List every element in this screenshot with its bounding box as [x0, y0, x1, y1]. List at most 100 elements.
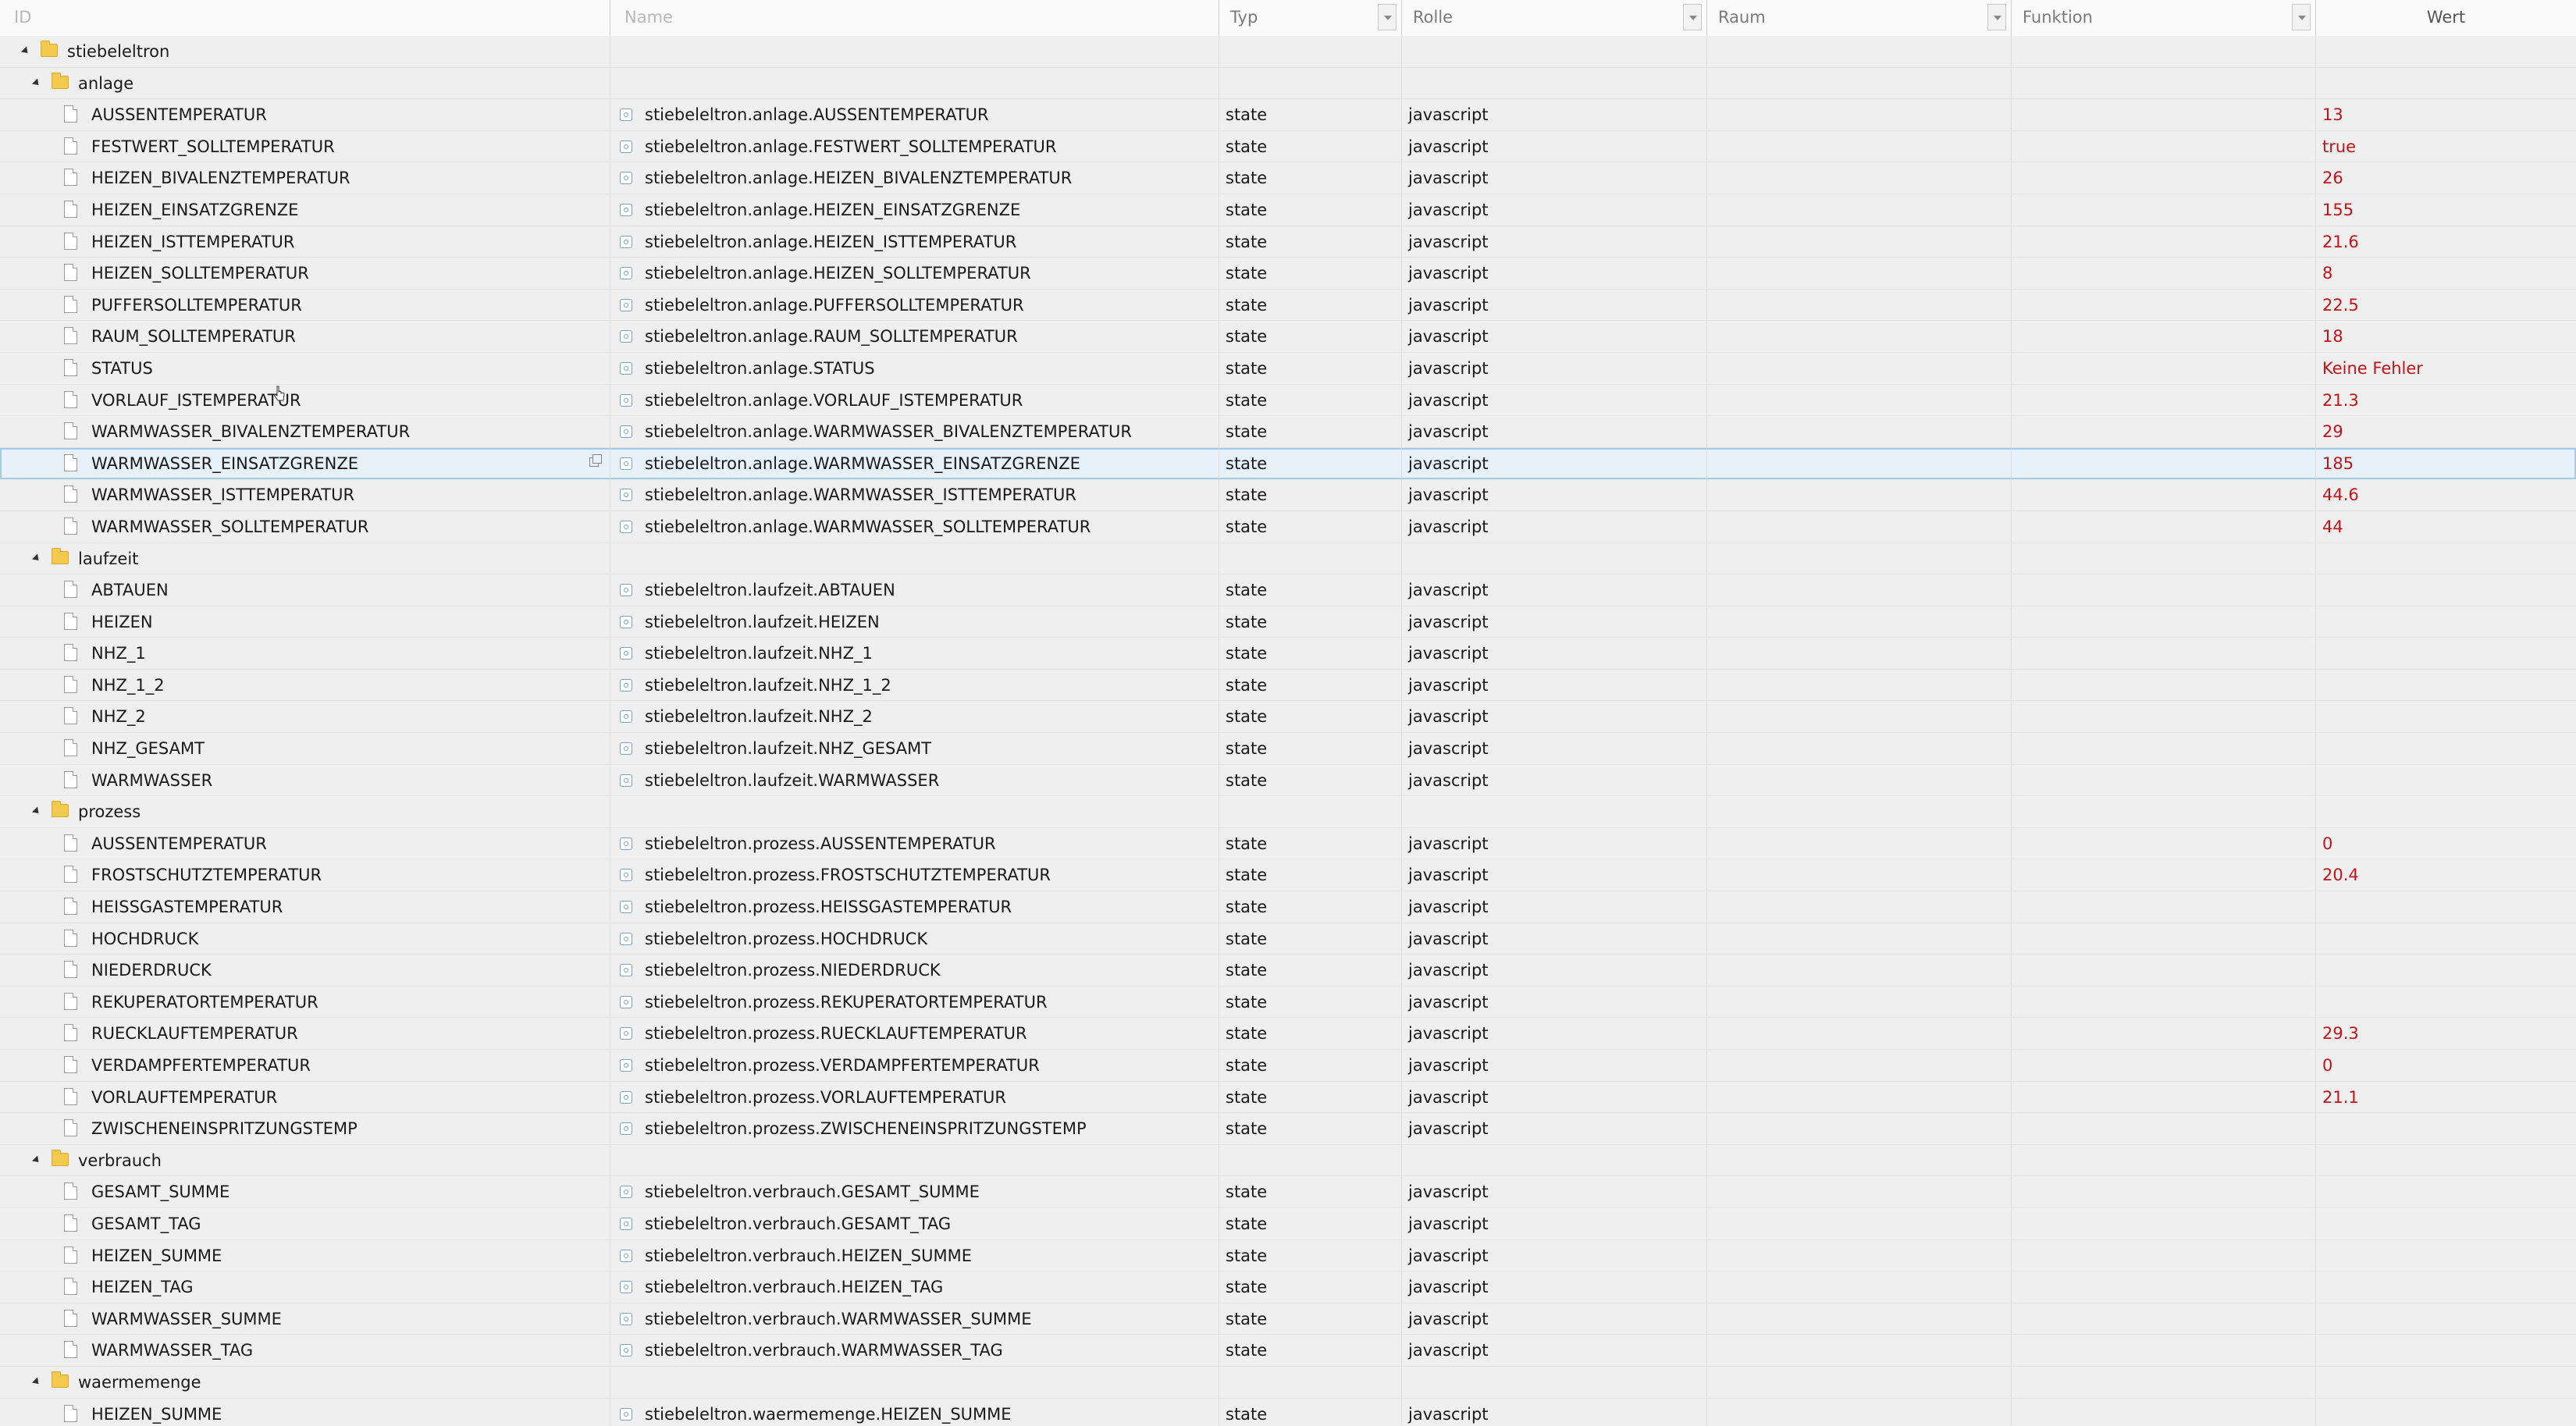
table-row[interactable]: NHZ_1_2 stiebeleltron.laufzeit.NHZ_1_2 sta…	[0, 669, 2576, 702]
copy-icon[interactable]	[589, 453, 602, 467]
column-header-raum[interactable]: Raum	[1707, 0, 2012, 36]
table-row[interactable]: AUSSENTEMPERATUR stiebeleltron.prozess.AU…	[0, 827, 2576, 860]
table-row[interactable]: WARMWASSER_ISTTEMPERATUR stiebeleltron.an…	[0, 479, 2576, 511]
table-row[interactable]: WARMWASSER_EINSATZGRENZE stiebeleltron.an…	[0, 447, 2576, 480]
wert-cell	[2316, 1145, 2576, 1176]
state-full-name: stiebeleltron.verbrauch.WARMWASSER_TAG	[645, 1341, 1003, 1360]
name-cell: stiebeleltron.anlage.HEIZEN_ISTTEMPERATU…	[610, 226, 1219, 258]
folder-icon	[52, 1371, 69, 1388]
wert-cell-text	[2316, 613, 2322, 631]
folder-row[interactable]: waermemenge	[0, 1366, 2576, 1399]
wert-cell-text	[2316, 739, 2322, 758]
table-row[interactable]: HEIZEN_SUMME stiebeleltron.waermemenge.HE…	[0, 1398, 2576, 1426]
file-icon	[64, 137, 77, 155]
rolle-filter-dropdown[interactable]	[1683, 4, 1702, 30]
folder-row[interactable]: laufzeit	[0, 542, 2576, 575]
rolle-cell	[1402, 67, 1707, 99]
funktion-cell	[2012, 638, 2316, 669]
funktion-filter-dropdown[interactable]	[2292, 4, 2311, 30]
table-row[interactable]: HEIZEN_BIVALENZTEMPERATUR stiebeleltron.a…	[0, 162, 2576, 194]
state-id-label: ZWISCHENEINSPRITZUNGSTEMP	[91, 1119, 358, 1139]
wert-cell-text: 29	[2322, 422, 2343, 442]
table-row[interactable]: WARMWASSER_SOLLTEMPERATUR stiebeleltron.a…	[0, 510, 2576, 543]
name-cell: stiebeleltron.anlage.HEIZEN_SOLLTEMPERAT…	[610, 258, 1219, 289]
state-object-icon	[620, 235, 632, 248]
table-row[interactable]: HEIZEN_SOLLTEMPERATUR stiebeleltron.anlag…	[0, 258, 2576, 290]
folder-row[interactable]: prozess	[0, 796, 2576, 828]
funktion-cell	[2012, 574, 2316, 606]
table-row[interactable]: NIEDERDRUCK stiebeleltron.prozess.NIEDERD…	[0, 955, 2576, 987]
table-row[interactable]: FESTWERT_SOLLTEMPERATUR stiebeleltron.anl…	[0, 130, 2576, 163]
wert-cell-text	[2316, 1119, 2322, 1138]
table-row[interactable]: NHZ_1 stiebeleltron.laufzeit.NHZ_1 state ja…	[0, 638, 2576, 670]
raum-filter-dropdown[interactable]	[1987, 4, 2006, 30]
table-row[interactable]: FROSTSCHUTZTEMPERATUR stiebeleltron.proze…	[0, 859, 2576, 892]
table-row[interactable]: AUSSENTEMPERATUR stiebeleltron.anlage.AUS…	[0, 99, 2576, 131]
funktion-cell	[2012, 67, 2316, 99]
table-row[interactable]: RAUM_SOLLTEMPERATUR stiebeleltron.anlage.…	[0, 321, 2576, 353]
expand-arrow-icon[interactable]	[31, 1155, 42, 1165]
table-row[interactable]: RUECKLAUFTEMPERATUR stiebeleltron.prozess…	[0, 1018, 2576, 1050]
expand-arrow-icon[interactable]	[20, 46, 31, 56]
table-row[interactable]: HEIZEN_ISTTEMPERATUR stiebeleltron.anlage…	[0, 226, 2576, 258]
table-row[interactable]: VORLAUFTEMPERATUR stiebeleltron.prozess.V…	[0, 1081, 2576, 1114]
state-full-name: stiebeleltron.anlage.STATUS	[645, 358, 875, 378]
column-header-wert[interactable]: Wert	[2316, 0, 2576, 36]
file-icon	[64, 1309, 77, 1327]
table-row[interactable]: PUFFERSOLLTEMPERATUR stiebeleltron.anlage…	[0, 289, 2576, 322]
table-row[interactable]: GESAMT_TAG stiebeleltron.verbrauch.GESAMT…	[0, 1207, 2576, 1240]
column-header-id[interactable]: ID	[0, 0, 610, 36]
column-rolle-label: Rolle	[1413, 8, 1453, 27]
table-row[interactable]: HEISSGASTEMPERATUR stiebeleltron.prozess.…	[0, 891, 2576, 923]
rolle-cell: javascript	[1402, 289, 1707, 321]
wert-cell: true	[2316, 131, 2576, 162]
folder-row[interactable]: anlage	[0, 67, 2576, 100]
state-object-icon	[620, 393, 632, 407]
table-row[interactable]: HEIZEN_EINSATZGRENZE stiebeleltron.anlage…	[0, 194, 2576, 226]
rolle-cell: javascript	[1402, 479, 1707, 510]
column-header-typ[interactable]: Typ	[1219, 0, 1402, 36]
funktion-cell	[2012, 99, 2316, 130]
typ-cell-text: state	[1226, 1341, 1268, 1360]
table-row[interactable]: HEIZEN stiebeleltron.laufzeit.HEIZEN state…	[0, 606, 2576, 638]
wert-cell-text: 21.1	[2322, 1087, 2359, 1107]
table-row[interactable]: WARMWASSER_BIVALENZTEMPERATUR stiebeleltr…	[0, 416, 2576, 448]
wert-cell: 26	[2316, 162, 2576, 194]
expand-arrow-icon[interactable]	[31, 553, 42, 564]
table-row[interactable]: WARMWASSER_TAG stiebeleltron.verbrauch.WA…	[0, 1335, 2576, 1367]
table-row[interactable]: ZWISCHENEINSPRITZUNGSTEMP stiebeleltron.p…	[0, 1113, 2576, 1145]
table-row[interactable]: REKUPERATORTEMPERATUR stiebeleltron.proze…	[0, 986, 2576, 1019]
column-header-funktion[interactable]: Funktion	[2012, 0, 2316, 36]
expand-arrow-icon[interactable]	[31, 1377, 42, 1387]
table-row[interactable]: WARMWASSER_SUMME stiebeleltron.verbrauch.…	[0, 1303, 2576, 1335]
rolle-cell: javascript	[1402, 1018, 1707, 1049]
typ-filter-dropdown[interactable]	[1378, 4, 1397, 30]
table-row[interactable]: STATUS stiebeleltron.anlage.STATUS state ja…	[0, 352, 2576, 385]
expand-arrow-icon[interactable]	[31, 806, 42, 816]
table-row[interactable]: ABTAUEN stiebeleltron.laufzeit.ABTAUEN sta…	[0, 574, 2576, 606]
table-row[interactable]: WARMWASSER stiebeleltron.laufzeit.WARMWAS…	[0, 764, 2576, 797]
folder-row[interactable]: stiebeleltron	[0, 36, 2576, 68]
column-header-rolle[interactable]: Rolle	[1402, 0, 1707, 36]
raum-cell	[1707, 1018, 2012, 1049]
state-id-label: GESAMT_SUMME	[91, 1182, 230, 1202]
state-full-name: stiebeleltron.anlage.PUFFERSOLLTEMPERATU…	[645, 295, 1024, 315]
table-row[interactable]: NHZ_GESAMT stiebeleltron.laufzeit.NHZ_GES…	[0, 733, 2576, 765]
table-row[interactable]: VERDAMPFERTEMPERATUR stiebeleltron.prozes…	[0, 1050, 2576, 1082]
name-cell: stiebeleltron.verbrauch.HEIZEN_TAG	[610, 1271, 1219, 1303]
id-cell: GESAMT_TAG	[0, 1207, 610, 1239]
table-row[interactable]: VORLAUF_ISTEMPERATUR stiebeleltron.anlage…	[0, 384, 2576, 417]
id-cell: VORLAUF_ISTEMPERATUR	[0, 384, 610, 416]
state-object-icon	[620, 457, 632, 470]
expand-arrow-icon[interactable]	[31, 78, 42, 88]
typ-cell: state	[1219, 1271, 1402, 1303]
table-row[interactable]: GESAMT_SUMME stiebeleltron.verbrauch.GESA…	[0, 1176, 2576, 1208]
table-row[interactable]: HEIZEN_TAG stiebeleltron.verbrauch.HEIZEN…	[0, 1271, 2576, 1303]
table-row[interactable]: HOCHDRUCK stiebeleltron.prozess.HOCHDRUCK…	[0, 923, 2576, 955]
table-row[interactable]: HEIZEN_SUMME stiebeleltron.verbrauch.HEIZ…	[0, 1239, 2576, 1272]
table-row[interactable]: NHZ_2 stiebeleltron.laufzeit.NHZ_2 state ja…	[0, 701, 2576, 734]
folder-row[interactable]: verbrauch	[0, 1144, 2576, 1177]
state-id-label: PUFFERSOLLTEMPERATUR	[91, 295, 302, 315]
column-header-name[interactable]: Name	[610, 0, 1219, 36]
file-icon	[64, 1341, 77, 1359]
